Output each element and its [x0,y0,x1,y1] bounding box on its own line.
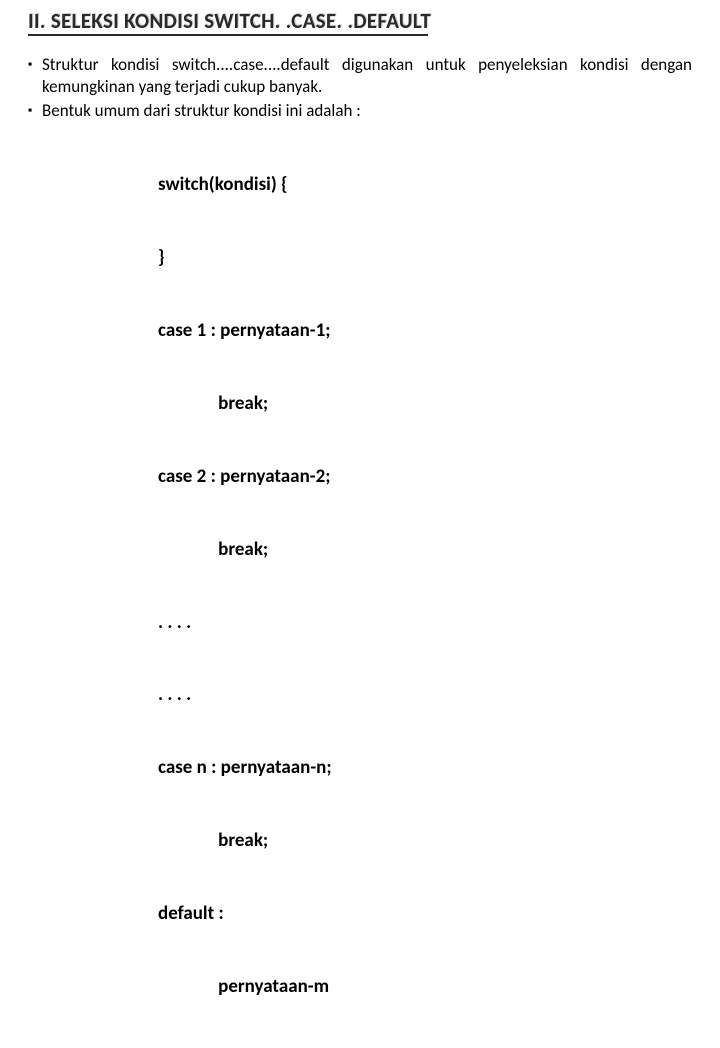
code-line: } [158,246,692,270]
bullet-square-icon: ▪ [28,100,42,122]
code-line: case 2 : pernyataan-2; [158,465,692,489]
slide-title-wrap: II. SELEKSI KONDISI SWITCH. .CASE. .DEFA… [28,8,692,42]
code-line: pernyataan-m [158,975,692,999]
code-line: default : [158,902,692,926]
code-line: . . . . [158,683,692,707]
code-line: case 1 : pernyataan-1; [158,319,692,343]
slide-body: ▪ Struktur kondisi switch....case....def… [28,54,692,1048]
code-line: . . . . [158,611,692,635]
bullet-square-icon: ▪ [28,54,42,98]
code-line: break; [158,392,692,416]
slide: II. SELEKSI KONDISI SWITCH. .CASE. .DEFA… [0,0,720,540]
bullet-item: ▪ Struktur kondisi switch....case....def… [28,54,692,98]
code-line: break; [158,538,692,562]
code-line: case n : pernyataan-n; [158,756,692,780]
code-line: switch(kondisi) { [158,173,692,197]
slide-title: II. SELEKSI KONDISI SWITCH. .CASE. .DEFA… [28,8,431,34]
bullet-item: ▪ Bentuk umum dari struktur kondisi ini … [28,100,692,122]
code-line: break; [158,829,692,853]
bullet-text: Bentuk umum dari struktur kondisi ini ad… [42,100,692,122]
title-underline [28,34,428,36]
bullet-text: Struktur kondisi switch....case....defau… [42,54,692,98]
code-block: switch(kondisi) { } case 1 : pernyataan-… [158,124,692,1048]
